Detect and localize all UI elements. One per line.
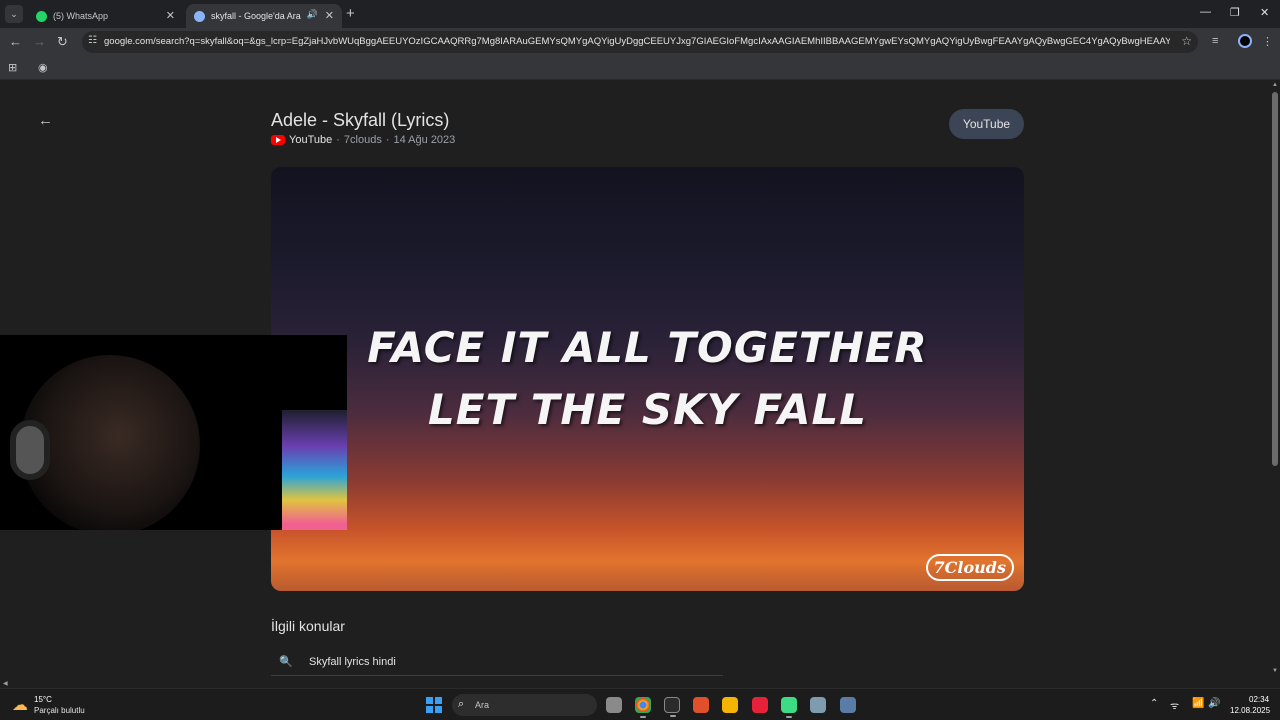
bookmark-star-icon[interactable]: ☆ [1181,34,1192,48]
taskbar-search-placeholder: Ara [475,700,490,710]
tab-title: (5) WhatsApp [53,11,109,21]
tab-strip: ⌄ (5) WhatsApp ✕ skyfall - Google'da Ara… [0,0,1280,28]
related-topic-label: Skyfall lyrics hindi [309,655,396,668]
calculator-icon[interactable] [840,697,856,713]
google-icon [194,10,205,22]
weather-temperature[interactable]: 15°C [34,695,52,704]
meta-separator: · [336,134,340,146]
app-green-icon[interactable] [781,697,797,718]
arrow-right-icon: → [33,34,46,49]
chevron-down-icon: ⌄ [10,8,18,19]
search-icon: ⌕ [458,698,465,710]
tab-search-button[interactable]: ⌄ [5,5,23,23]
open-youtube-button[interactable]: YouTube [949,109,1024,139]
search-icon: 🔍 [279,656,293,668]
back-arrow-icon[interactable]: ← [38,112,53,129]
lyrics-overlay: FACE IT ALL TOGETHER LET THE SKY FALL [271,317,1024,441]
tab-google-search[interactable]: skyfall - Google'da Ara 🔊 ✕ [186,4,342,28]
forward-button[interactable]: → [33,34,46,50]
address-bar[interactable]: ☷ google.com/search?q=skyfall&oq=&gs_lcr… [82,31,1198,53]
lyrics-line: LET THE SKY FALL [428,385,867,434]
minimize-button[interactable]: — [1200,6,1211,18]
chrome-icon[interactable] [635,697,651,718]
rgb-pc-case [282,410,347,530]
back-button[interactable]: ← [9,34,22,50]
site-info-icon[interactable]: ☷ [88,35,97,46]
bookmarks-bar: ⊞ ◉ [0,56,1280,80]
menu-icon[interactable]: ⋮ [1262,35,1273,48]
toolbar: ← → ↻ ☷ google.com/search?q=skyfall&oq=&… [0,28,1280,56]
new-tab-button[interactable]: + [346,5,355,23]
lyrics-line: FACE IT ALL TOGETHER [367,323,928,372]
related-topic-item[interactable]: 🔍 Skyfall lyrics hindi [271,648,723,676]
chevron-up-icon[interactable]: ⌃ [1150,698,1158,709]
windows-logo-icon [426,697,433,704]
rockstar-icon[interactable] [722,697,738,713]
video-channel: 7clouds [343,134,382,146]
taskbar-search[interactable]: ⌕ Ara [452,694,597,716]
close-icon[interactable]: ✕ [166,9,175,22]
windows-logo-tile [426,706,433,713]
arrow-left-icon: ← [9,34,22,49]
video-source: YouTube [289,134,333,146]
scroll-up-icon[interactable]: ▲ [1272,82,1278,88]
channel-watermark: 7Clouds [925,554,1014,581]
youtube-icon [271,135,285,145]
network-activity-icon[interactable]: ᯤ [1170,698,1179,712]
weather-description[interactable]: Parçalı bulutlu [34,706,85,715]
profile-avatar[interactable] [1238,34,1252,48]
tab-whatsapp[interactable]: (5) WhatsApp ✕ [28,4,183,28]
clock-time[interactable]: 02:34 [1249,695,1269,704]
video-meta: YouTube · 7clouds · 14 Ağu 2023 [271,134,455,146]
headphones [10,420,50,480]
window-close-button[interactable]: ✕ [1260,6,1269,19]
clock-date[interactable]: 12.08.2025 [1230,706,1270,715]
app-red-icon[interactable] [752,697,768,713]
start-button[interactable] [426,697,442,713]
settings-gear-icon[interactable] [810,697,826,713]
reload-icon: ↻ [57,34,68,49]
bookmark-favicon-icon[interactable]: ◉ [38,61,48,74]
scroll-down-icon[interactable]: ▼ [1272,668,1278,674]
speaker-icon[interactable]: 🔊 [307,9,318,20]
restore-button[interactable]: ❐ [1230,6,1240,19]
game-launcher-icon[interactable] [693,697,709,713]
scroll-left-icon[interactable]: ◀ [3,680,8,687]
webcam-overlay [0,335,347,530]
video-player[interactable]: FACE IT ALL TOGETHER LET THE SKY FALL 7C… [271,167,1024,591]
close-icon[interactable]: ✕ [325,9,334,22]
video-date: 14 Ağu 2023 [393,134,456,146]
tab-title: skyfall - Google'da Ara [211,11,301,21]
related-topics-heading: İlgili konular [271,618,345,634]
wifi-icon[interactable]: 📶 [1192,698,1204,709]
scrollbar-thumb[interactable] [1272,92,1278,466]
vertical-scrollbar[interactable]: ▲ ▼ [1270,80,1280,678]
volume-icon[interactable]: 🔊 [1208,698,1220,709]
page-content: ← Adele - Skyfall (Lyrics) YouTube · 7cl… [0,80,1270,678]
reload-button[interactable]: ↻ [57,34,68,50]
epic-games-icon[interactable] [664,697,680,717]
windows-logo-tile [435,706,442,713]
address-text[interactable]: google.com/search?q=skyfall&oq=&gs_lcrp=… [104,36,1170,47]
windows-logo-tile [435,697,442,704]
whatsapp-icon [36,10,47,22]
plus-icon: + [346,5,355,22]
task-view-icon[interactable] [606,697,622,713]
weather-icon[interactable]: ☁ [12,695,28,715]
media-control-icon[interactable]: ≡ [1212,35,1218,47]
video-title[interactable]: Adele - Skyfall (Lyrics) [271,110,449,131]
apps-grid-icon[interactable]: ⊞ [8,61,17,74]
meta-separator: · [385,134,390,146]
taskbar: ☁ 15°C Parçalı bulutlu ⌕ Ara ⌃ ᯤ 📶 🔊 02:… [0,688,1280,720]
